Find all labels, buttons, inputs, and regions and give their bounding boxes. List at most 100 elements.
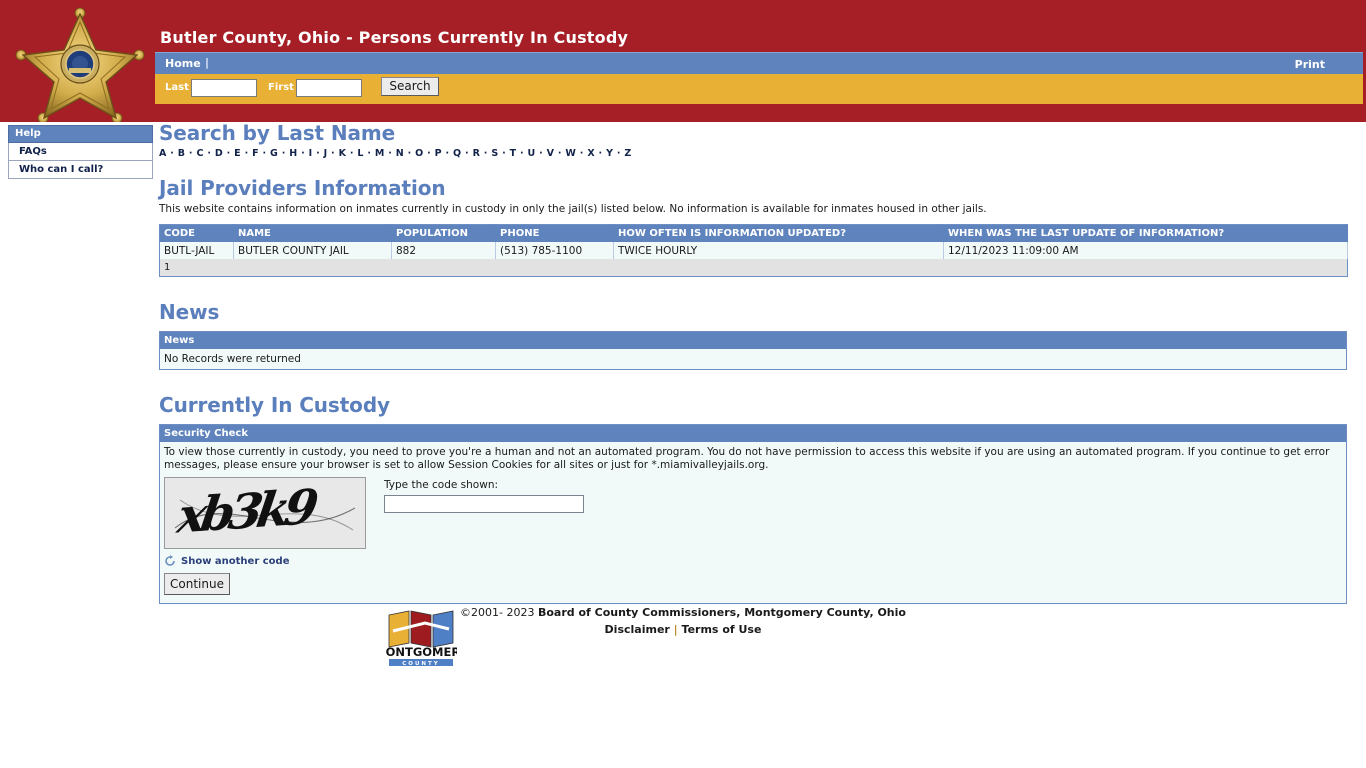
print-button[interactable]: Print	[1295, 58, 1325, 71]
first-name-input[interactable]	[296, 79, 362, 97]
news-table: News No Records were returned	[159, 331, 1347, 370]
column-header-population[interactable]: POPULATION	[391, 224, 496, 242]
show-another-code-link[interactable]: Show another code	[181, 556, 289, 567]
alpha-separator: ·	[223, 148, 235, 159]
alphabet-index: A · B · C · D · E · F · G · H · I · J · …	[159, 148, 1359, 159]
refresh-icon[interactable]	[164, 555, 176, 567]
alpha-separator: ·	[166, 148, 178, 159]
site-header: Butler County, Ohio - Persons Currently …	[0, 0, 1366, 124]
heading-currently-in-custody: Currently In Custody	[159, 393, 390, 417]
nav-item-home[interactable]: Home	[165, 57, 201, 70]
copyright-line: ©2001- 2023 Board of County Commissioner…	[460, 598, 906, 619]
last-name-label: Last	[165, 82, 189, 93]
copyright-years: ©2001- 2023	[460, 606, 538, 619]
alpha-separator: ·	[258, 148, 271, 159]
heading-search-by-last-name: Search by Last Name	[159, 121, 396, 145]
nav-separator: |	[205, 56, 210, 69]
cell-last-update: 12/11/2023 11:09:00 AM	[943, 242, 1348, 259]
alpha-separator: ·	[461, 148, 473, 159]
svg-text:MONTGOMERY: MONTGOMERY	[385, 645, 457, 659]
alpha-link-w[interactable]: W	[565, 148, 576, 159]
column-header-news: News	[159, 331, 1347, 349]
heading-news: News	[159, 300, 220, 324]
site-footer: MONTGOMERY COUNTY ©2001- 2023 Board of C…	[0, 598, 1366, 667]
news-empty-row: No Records were returned	[159, 349, 1347, 370]
alpha-link-u[interactable]: U	[528, 148, 536, 159]
alpha-separator: ·	[240, 148, 253, 159]
alpha-separator: ·	[363, 148, 375, 159]
montgomery-county-logo: MONTGOMERY COUNTY	[374, 603, 469, 667]
security-check-panel: Security Check To view those currently i…	[159, 424, 1347, 604]
continue-button[interactable]: Continue	[164, 573, 230, 595]
sidebar-item-faqs[interactable]: FAQs	[8, 143, 153, 161]
name-search-bar: Last First Search	[155, 74, 1363, 104]
alpha-separator: ·	[203, 148, 215, 159]
cell-code: BUTL-JAIL	[159, 242, 234, 259]
alpha-link-e[interactable]: E	[234, 148, 241, 159]
alpha-link-f[interactable]: F	[252, 148, 259, 159]
alpha-separator: ·	[554, 148, 566, 159]
svg-text:COUNTY: COUNTY	[402, 661, 440, 667]
jail-providers-description: This website contains information on inm…	[159, 203, 987, 215]
alpha-separator: ·	[594, 148, 607, 159]
main-content: Search by Last Name A · B · C · D · E · …	[159, 122, 1359, 604]
alpha-separator: ·	[576, 148, 588, 159]
alpha-separator: ·	[346, 148, 358, 159]
cell-name: BUTLER COUNTY JAIL	[233, 242, 392, 259]
alpha-link-z[interactable]: Z	[624, 148, 631, 159]
jail-providers-table: CODE NAME POPULATION PHONE HOW OFTEN IS …	[159, 224, 1348, 277]
column-header-update-frequency[interactable]: HOW OFTEN IS INFORMATION UPDATED?	[613, 224, 944, 242]
pager-page-1[interactable]: 1	[159, 259, 1348, 277]
montgomery-county-flags-icon: MONTGOMERY COUNTY	[374, 610, 469, 667]
alpha-link-x[interactable]: X	[587, 148, 595, 159]
column-header-phone[interactable]: PHONE	[495, 224, 614, 242]
main-nav: Home | Print	[155, 52, 1363, 75]
alpha-link-h[interactable]: H	[289, 148, 297, 159]
alpha-separator: ·	[613, 148, 625, 159]
last-name-input[interactable]	[191, 79, 257, 97]
footer-links: Disclaimer | Terms of Use	[460, 623, 906, 636]
alpha-separator: ·	[516, 148, 528, 159]
alpha-separator: ·	[327, 148, 339, 159]
sidebar-item-who-can-i-call[interactable]: Who can I call?	[8, 161, 153, 179]
alpha-link-o[interactable]: O	[415, 148, 423, 159]
table-header-row: CODE NAME POPULATION PHONE HOW OFTEN IS …	[159, 224, 1348, 242]
search-button[interactable]: Search	[381, 77, 439, 96]
sidebar-heading-help: Help	[8, 125, 153, 143]
alpha-link-a[interactable]: A	[159, 148, 167, 159]
heading-jail-providers: Jail Providers Information	[159, 176, 446, 200]
table-row: BUTL-JAIL BUTLER COUNTY JAIL 882 (513) 7…	[159, 242, 1348, 259]
sheriff-star-icon	[15, 7, 145, 124]
news-empty-message: No Records were returned	[159, 349, 1347, 370]
security-check-description: To view those currently in custody, you …	[164, 446, 1330, 471]
alpha-separator: ·	[384, 148, 396, 159]
disclaimer-link[interactable]: Disclaimer	[605, 623, 670, 636]
alpha-separator: ·	[535, 148, 547, 159]
terms-of-use-link[interactable]: Terms of Use	[682, 623, 762, 636]
column-header-name[interactable]: NAME	[233, 224, 392, 242]
captcha-noise-overlay	[174, 499, 356, 531]
column-header-code[interactable]: CODE	[159, 224, 234, 242]
alpha-separator: ·	[185, 148, 197, 159]
alpha-link-g[interactable]: G	[270, 148, 278, 159]
cell-update-frequency: TWICE HOURLY	[613, 242, 944, 259]
alpha-link-m[interactable]: M	[375, 148, 385, 159]
captcha-input-label: Type the code shown:	[384, 479, 499, 491]
alpha-link-d[interactable]: D	[215, 148, 223, 159]
alpha-separator: ·	[312, 148, 324, 159]
alpha-link-p[interactable]: P	[435, 148, 442, 159]
news-header-row: News	[159, 331, 1347, 349]
copyright-owner: Board of County Commissioners, Montgomer…	[537, 606, 906, 619]
alpha-separator: ·	[441, 148, 454, 159]
captcha-code-input[interactable]	[384, 495, 584, 513]
alpha-link-n[interactable]: N	[396, 148, 404, 159]
alpha-link-c[interactable]: C	[196, 148, 203, 159]
security-check-heading: Security Check	[160, 425, 1346, 442]
column-header-last-update[interactable]: WHEN WAS THE LAST UPDATE OF INFORMATION?	[943, 224, 1348, 242]
alpha-separator: ·	[297, 148, 309, 159]
first-name-label: First	[268, 82, 294, 93]
alpha-separator: ·	[423, 148, 435, 159]
page-title: Butler County, Ohio - Persons Currently …	[160, 28, 629, 47]
captcha-image: xb3k9	[164, 477, 366, 549]
cell-population: 882	[391, 242, 496, 259]
